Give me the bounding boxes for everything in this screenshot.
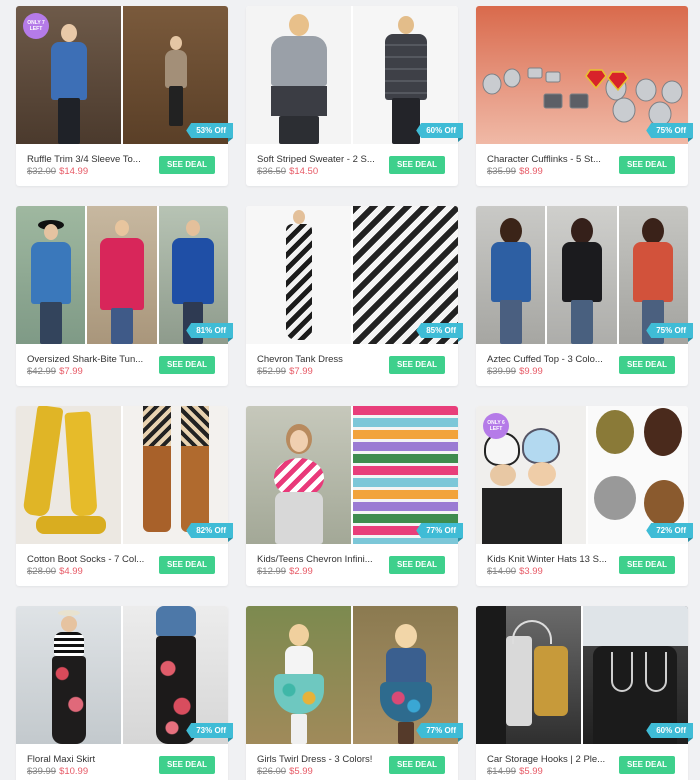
discount-badge: 77% Off <box>416 523 463 538</box>
see-deal-button[interactable]: SEE DEAL <box>389 356 445 374</box>
original-price: $26.00 <box>257 766 287 777</box>
sale-price: $10.99 <box>59 766 89 777</box>
see-deal-button[interactable]: SEE DEAL <box>389 156 445 174</box>
see-deal-button[interactable]: SEE DEAL <box>619 556 675 574</box>
sale-price: $9.99 <box>519 366 543 377</box>
product-card[interactable]: 85% Off Chevron Tank Dress $52.99 $7.99 S… <box>246 206 463 386</box>
product-photo <box>246 6 351 144</box>
product-title[interactable]: Ruffle Trim 3/4 Sleeve To... <box>27 154 155 165</box>
sale-price: $14.99 <box>59 166 89 177</box>
product-card[interactable]: 77% Off Girls Twirl Dress - 3 Colors! $2… <box>246 606 463 780</box>
sale-price: $5.99 <box>519 766 543 777</box>
discount-badge: 85% Off <box>416 323 463 338</box>
product-photo <box>16 406 121 544</box>
product-card[interactable]: 77% Off Kids/Teens Chevron Infini... $12… <box>246 406 463 586</box>
original-price: $32.00 <box>27 166 57 177</box>
only-left-badge: ONLY 6 LEFT <box>483 413 509 439</box>
see-deal-button[interactable]: SEE DEAL <box>619 156 675 174</box>
product-card[interactable]: 81% Off Oversized Shark-Bite Tun... $42.… <box>16 206 233 386</box>
discount-badge: 60% Off <box>416 123 463 138</box>
discount-badge: 82% Off <box>186 523 233 538</box>
original-price: $12.99 <box>257 566 287 577</box>
product-title[interactable]: Kids Knit Winter Hats 13 S... <box>487 554 615 565</box>
discount-badge: 60% Off <box>646 723 693 738</box>
product-card[interactable]: 75% Off Aztec Cuffed Top - 3 Colo... $39… <box>476 206 693 386</box>
discount-badge: 73% Off <box>186 723 233 738</box>
sale-price: $7.99 <box>289 366 313 377</box>
price-row: $14.99 $5.99 <box>487 766 543 777</box>
see-deal-button[interactable]: SEE DEAL <box>159 356 215 374</box>
price-row: $35.99 $8.99 <box>487 166 543 177</box>
see-deal-button[interactable]: SEE DEAL <box>389 756 445 774</box>
price-row: $32.00 $14.99 <box>27 166 88 177</box>
discount-badge: 81% Off <box>186 323 233 338</box>
product-photo <box>16 206 86 344</box>
product-card[interactable]: 75% Off Character Cufflinks - 5 St... $3… <box>476 6 693 186</box>
product-title[interactable]: Oversized Shark-Bite Tun... <box>27 354 155 365</box>
deal-grid: ONLY 7 LEFT 53% Off Ruffle Trim 3/4 Slee… <box>16 6 693 780</box>
price-row: $26.00 $5.99 <box>257 766 313 777</box>
discount-badge: 77% Off <box>416 723 463 738</box>
see-deal-button[interactable]: SEE DEAL <box>619 756 675 774</box>
product-title[interactable]: Kids/Teens Chevron Infini... <box>257 554 385 565</box>
sale-price: $14.50 <box>289 166 319 177</box>
sale-price: $4.99 <box>59 566 83 577</box>
only-left-badge: ONLY 7 LEFT <box>23 13 49 39</box>
original-price: $39.99 <box>487 366 517 377</box>
sale-price: $3.99 <box>519 566 543 577</box>
price-row: $12.99 $2.99 <box>257 566 313 577</box>
product-card[interactable]: 73% Off Floral Maxi Skirt $39.99 $10.99 S… <box>16 606 233 780</box>
product-title[interactable]: Chevron Tank Dress <box>257 354 385 365</box>
see-deal-button[interactable]: SEE DEAL <box>619 356 675 374</box>
product-photo <box>246 606 351 744</box>
discount-badge: 53% Off <box>186 123 233 138</box>
discount-badge: 75% Off <box>646 123 693 138</box>
sale-price: $7.99 <box>59 366 83 377</box>
product-card[interactable]: ONLY 6 LEFT 72% Off Kids Knit Winter Hat… <box>476 406 693 586</box>
see-deal-button[interactable]: SEE DEAL <box>159 756 215 774</box>
original-price: $39.99 <box>27 766 57 777</box>
product-title[interactable]: Car Storage Hooks | 2 Ple... <box>487 754 615 765</box>
see-deal-button[interactable]: SEE DEAL <box>159 156 215 174</box>
product-title[interactable]: Soft Striped Sweater - 2 S... <box>257 154 385 165</box>
product-photo <box>476 206 546 344</box>
product-card[interactable]: 82% Off Cotton Boot Socks - 7 Col... $28… <box>16 406 233 586</box>
product-title[interactable]: Character Cufflinks - 5 St... <box>487 154 615 165</box>
product-photo <box>16 606 121 744</box>
product-photo <box>547 206 617 344</box>
original-price: $14.99 <box>487 766 517 777</box>
original-price: $42.99 <box>27 366 57 377</box>
sale-price: $2.99 <box>289 566 313 577</box>
original-price: $14.00 <box>487 566 517 577</box>
sale-price: $8.99 <box>519 166 543 177</box>
price-row: $36.50 $14.50 <box>257 166 318 177</box>
discount-badge: 72% Off <box>646 523 693 538</box>
price-row: $28.00 $4.99 <box>27 566 83 577</box>
product-title[interactable]: Aztec Cuffed Top - 3 Colo... <box>487 354 615 365</box>
product-photo <box>476 606 581 744</box>
price-row: $39.99 $10.99 <box>27 766 88 777</box>
price-row: $52.99 $7.99 <box>257 366 313 377</box>
original-price: $35.99 <box>487 166 517 177</box>
product-card[interactable]: 60% Off Car Storage Hooks | 2 Ple... $14… <box>476 606 693 780</box>
product-photo <box>87 206 157 344</box>
price-row: $39.99 $9.99 <box>487 366 543 377</box>
price-row: $14.00 $3.99 <box>487 566 543 577</box>
product-card[interactable]: ONLY 7 LEFT 53% Off Ruffle Trim 3/4 Slee… <box>16 6 233 186</box>
discount-badge: 75% Off <box>646 323 693 338</box>
see-deal-button[interactable]: SEE DEAL <box>389 556 445 574</box>
original-price: $28.00 <box>27 566 57 577</box>
original-price: $52.99 <box>257 366 287 377</box>
product-photo <box>246 206 351 344</box>
price-row: $42.99 $7.99 <box>27 366 83 377</box>
product-title[interactable]: Floral Maxi Skirt <box>27 754 155 765</box>
product-title[interactable]: Cotton Boot Socks - 7 Col... <box>27 554 155 565</box>
see-deal-button[interactable]: SEE DEAL <box>159 556 215 574</box>
product-card[interactable]: 60% Off Soft Striped Sweater - 2 S... $3… <box>246 6 463 186</box>
product-photo <box>246 406 351 544</box>
original-price: $36.50 <box>257 166 287 177</box>
sale-price: $5.99 <box>289 766 313 777</box>
product-title[interactable]: Girls Twirl Dress - 3 Colors! <box>257 754 385 765</box>
